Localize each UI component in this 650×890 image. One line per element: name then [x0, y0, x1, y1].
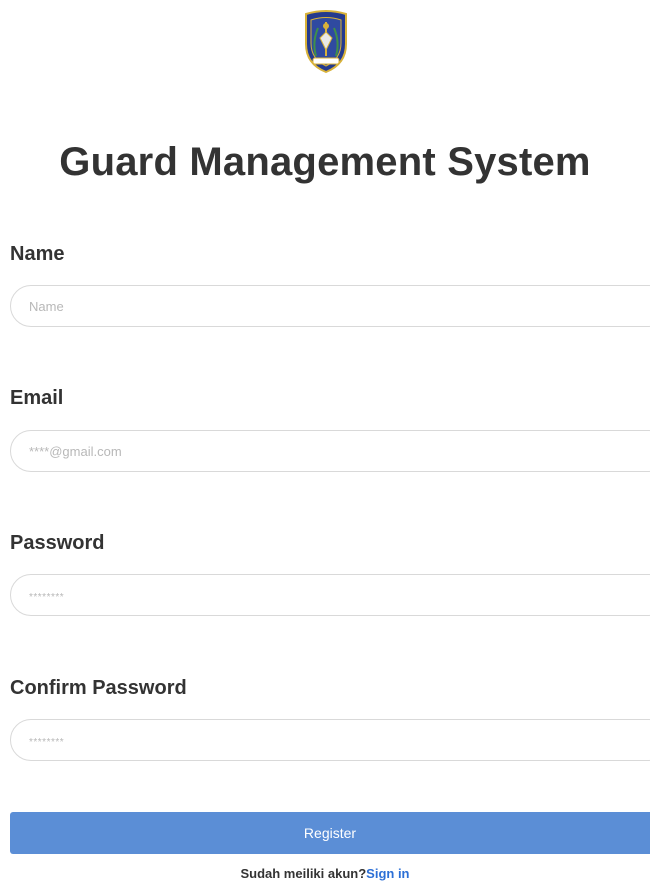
register-button[interactable]: Register	[10, 812, 650, 854]
page-title: Guard Management System	[59, 140, 591, 184]
confirm-password-input[interactable]	[10, 719, 650, 761]
signin-link[interactable]: Sign in	[366, 866, 409, 881]
police-shield-emblem-icon	[300, 8, 352, 74]
signin-prompt-text: Sudah meiliki akun?	[240, 866, 367, 881]
confirm-password-label: Confirm Password	[10, 677, 187, 699]
password-input[interactable]	[10, 574, 650, 616]
signin-prompt: Sudah meiliki akun?Sign in	[0, 866, 650, 881]
password-label: Password	[10, 532, 105, 554]
register-button-label: Register	[303, 825, 357, 841]
email-label: Email	[10, 387, 64, 409]
email-input[interactable]	[10, 430, 650, 472]
name-label: Name	[10, 243, 65, 265]
register-page: Guard Management System Name Email Passw…	[0, 0, 650, 890]
name-input[interactable]	[10, 285, 650, 327]
